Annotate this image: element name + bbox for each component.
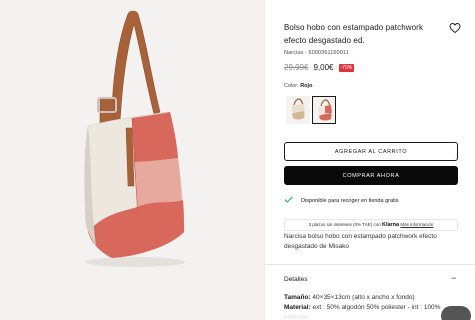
swatch-rojo[interactable] [312, 96, 336, 124]
buy-now-button[interactable]: COMPRAR AHORA [284, 166, 458, 185]
sale-price: 9,00€ [313, 63, 334, 72]
product-reference: Narcisa · 5000361160011 [284, 50, 349, 56]
color-value: Rojo [300, 83, 313, 89]
collapse-icon[interactable]: − [451, 273, 456, 283]
price-block: 29,99€ 9,00€ -70% [284, 63, 355, 72]
klarna-more-link[interactable]: Más información [400, 222, 433, 227]
pickup-text: Disponible para recoger en tienda gratis [301, 197, 399, 204]
original-price: 29,99€ [284, 63, 309, 72]
chat-button[interactable] [441, 306, 471, 320]
color-label: Color: [284, 83, 299, 89]
detail-size: Tamaño: 40×35×13cm (alto x ancho x fondo… [284, 293, 415, 303]
product-description: Narcisa bolso hobo con estampado patchwo… [284, 233, 437, 250]
color-selector-label: Color: Rojo [284, 83, 312, 89]
klarna-logo: Klarna [381, 222, 400, 228]
swatch-beige[interactable] [286, 96, 310, 124]
size-label: Tamaño: [284, 294, 311, 301]
product-photo [84, 10, 185, 267]
klarna-banner: 3 plazos sin intereses (0% TAE) con Klar… [284, 219, 458, 231]
store-pickup-info: Disponible para recoger en tienda gratis [284, 196, 399, 205]
klarna-text: 3 plazos sin intereses (0% TAE) con [308, 222, 381, 227]
details-header[interactable]: Detalles [284, 276, 307, 283]
discount-badge: -70% [338, 63, 355, 72]
heart-icon[interactable] [449, 21, 461, 34]
size-value: 40×35×13cm (alto x ancho x fondo) [310, 294, 415, 301]
product-title: Bolso hobo con estampado patchwork efect… [284, 23, 424, 45]
product-page: Bolso hobo con estampado patchwork efect… [0, 0, 475, 320]
divider [265, 264, 475, 265]
product-image-gallery[interactable] [0, 0, 264, 320]
product-info-panel: Bolso hobo con estampado patchwork efect… [264, 0, 475, 320]
check-icon [284, 196, 293, 205]
add-to-cart-button[interactable]: AGREGAR AL CARRITO [284, 142, 458, 161]
